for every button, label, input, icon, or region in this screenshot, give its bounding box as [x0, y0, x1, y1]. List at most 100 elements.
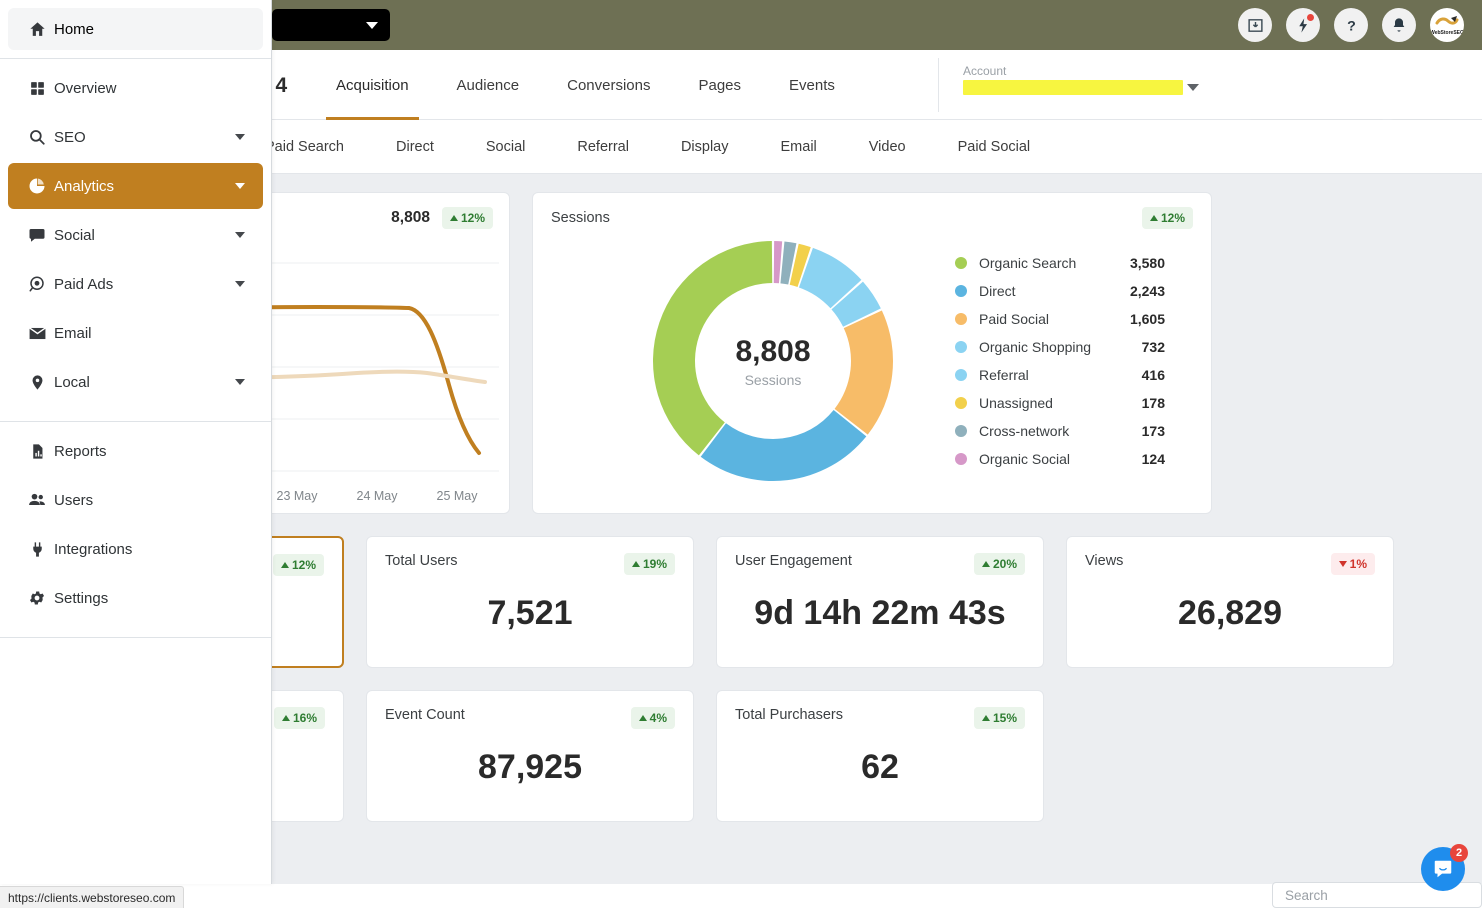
kpi-card-total-users[interactable]: Total Users 19% 7,521	[366, 536, 694, 668]
sidebar-item-integrations[interactable]: Integrations	[8, 526, 263, 572]
sidebar-nav: Home Overview SEO Analytics	[0, 0, 272, 884]
kpi-change-value: 15%	[993, 711, 1017, 725]
legend-row[interactable]: Paid Social1,605	[955, 305, 1165, 333]
legend-row[interactable]: Cross-network173	[955, 417, 1165, 445]
chevron-down-icon	[235, 183, 245, 189]
chevron-down-icon	[235, 232, 245, 238]
legend-value: 124	[1109, 451, 1165, 467]
search-placeholder: Search	[1285, 888, 1328, 903]
subtab-video[interactable]: Video	[843, 139, 932, 155]
sidebar-item-users[interactable]: Users	[8, 477, 263, 523]
legend-color-dot	[955, 453, 967, 465]
subtab-referral[interactable]: Referral	[551, 139, 655, 155]
triangle-up-icon	[982, 715, 990, 721]
grid-icon	[20, 80, 54, 97]
x-tick: 25 May	[437, 489, 478, 503]
legend-color-dot	[955, 397, 967, 409]
kpi-change-badge: 20%	[974, 553, 1025, 575]
home-icon	[20, 20, 54, 39]
legend-row[interactable]: Organic Social124	[955, 445, 1165, 473]
legend-row[interactable]: Referral416	[955, 361, 1165, 389]
legend-value: 732	[1109, 339, 1165, 355]
sidebar-item-home[interactable]: Home	[8, 8, 263, 50]
help-icon[interactable]: ?	[1334, 8, 1368, 42]
users-icon	[20, 490, 54, 510]
chat-widget-button[interactable]: 2	[1421, 847, 1465, 891]
sidebar-item-analytics[interactable]: Analytics	[8, 163, 263, 209]
kpi-change-badge: 1%	[1331, 553, 1375, 575]
sidebar-item-paid-ads[interactable]: Paid Ads	[8, 261, 263, 307]
sidebar-item-settings[interactable]: Settings	[8, 575, 263, 621]
legend-label: Organic Social	[979, 451, 1109, 467]
sidebar-item-reports[interactable]: Reports	[8, 428, 263, 474]
x-tick: 24 May	[357, 489, 398, 503]
subtab-direct[interactable]: Direct	[370, 139, 460, 155]
account-selector[interactable]: Account	[938, 58, 1223, 112]
legend-value: 416	[1109, 367, 1165, 383]
tab-pages[interactable]: Pages	[674, 50, 765, 120]
subtab-paid-social[interactable]: Paid Social	[932, 139, 1057, 155]
legend-row[interactable]: Direct2,243	[955, 277, 1165, 305]
avatar[interactable]: WebStoreSEO	[1430, 8, 1464, 42]
envelope-icon	[20, 324, 54, 343]
subtab-display[interactable]: Display	[655, 139, 755, 155]
kpi-change-badge: 19%	[624, 553, 675, 575]
sessions-card-body: 8,808 Sessions Organic Search3,580Direct…	[551, 235, 1193, 487]
account-label: Account	[963, 64, 1223, 78]
kpi-card-event-count[interactable]: Event Count 4% 87,925	[366, 690, 694, 822]
sidebar-item-social[interactable]: Social	[8, 212, 263, 258]
bell-icon[interactable]	[1382, 8, 1416, 42]
triangle-up-icon	[1150, 215, 1158, 221]
download-icon[interactable]	[1238, 8, 1272, 42]
brand-selector[interactable]	[272, 9, 390, 41]
notification-dot	[1306, 13, 1315, 22]
subtab-social[interactable]: Social	[460, 139, 552, 155]
legend-color-dot	[955, 369, 967, 381]
main-tabs: Acquisition Audience Conversions Pages E…	[312, 50, 859, 120]
account-value-redacted	[963, 80, 1183, 95]
triangle-up-icon	[450, 215, 458, 221]
tab-conversions[interactable]: Conversions	[543, 50, 674, 120]
sidebar-item-label: Local	[54, 374, 235, 391]
sidebar-item-label: SEO	[54, 129, 235, 146]
legend-value: 178	[1109, 395, 1165, 411]
legend-color-dot	[955, 341, 967, 353]
gear-icon	[20, 589, 54, 607]
subtab-email[interactable]: Email	[755, 139, 843, 155]
pie-chart-icon	[20, 177, 54, 195]
donut-legend: Organic Search3,580Direct2,243Paid Socia…	[955, 249, 1165, 473]
app-root: ? WebStoreSEO s 4 Acquisition Audience C…	[0, 0, 1482, 908]
kpi-value: 26,829	[1085, 575, 1375, 651]
donut-total-value: 8,808	[735, 335, 810, 369]
rocket-icon[interactable]	[1286, 8, 1320, 42]
sidebar-item-label: Settings	[54, 590, 251, 607]
kpi-card-views[interactable]: Views 1% 26,829	[1066, 536, 1394, 668]
chat-icon	[1432, 858, 1454, 880]
trend-change-badge: 12%	[442, 207, 493, 229]
kpi-header: User Engagement 20%	[735, 553, 1025, 575]
legend-label: Organic Search	[979, 255, 1109, 271]
tab-events[interactable]: Events	[765, 50, 859, 120]
legend-row[interactable]: Organic Search3,580	[955, 249, 1165, 277]
sidebar-item-email[interactable]: Email	[8, 310, 263, 356]
legend-row[interactable]: Unassigned178	[955, 389, 1165, 417]
sidebar-item-label: Users	[54, 492, 251, 509]
tab-audience[interactable]: Audience	[433, 50, 544, 120]
donut-total-label: Sessions	[745, 372, 802, 388]
legend-row[interactable]: Organic Shopping732	[955, 333, 1165, 361]
kpi-value: 7,521	[385, 575, 675, 651]
triangle-down-icon	[1339, 561, 1347, 567]
sidebar-item-overview[interactable]: Overview	[8, 65, 263, 111]
kpi-value: 62	[735, 729, 1025, 805]
sidebar-item-local[interactable]: Local	[8, 359, 263, 405]
tab-acquisition[interactable]: Acquisition	[312, 50, 433, 120]
sidebar-item-seo[interactable]: SEO	[8, 114, 263, 160]
kpi-value: 9d 14h 22m 43s	[735, 575, 1025, 651]
search-icon	[20, 128, 54, 146]
chevron-down-icon	[235, 134, 245, 140]
kpi-card-total-purchasers[interactable]: Total Purchasers 15% 62	[716, 690, 1044, 822]
kpi-card-user-engagement[interactable]: User Engagement 20% 9d 14h 22m 43s	[716, 536, 1044, 668]
kpi-title: User Engagement	[735, 553, 852, 569]
status-bar-url: https://clients.webstoreseo.com	[0, 886, 184, 908]
sessions-change-value: 12%	[1161, 211, 1185, 225]
